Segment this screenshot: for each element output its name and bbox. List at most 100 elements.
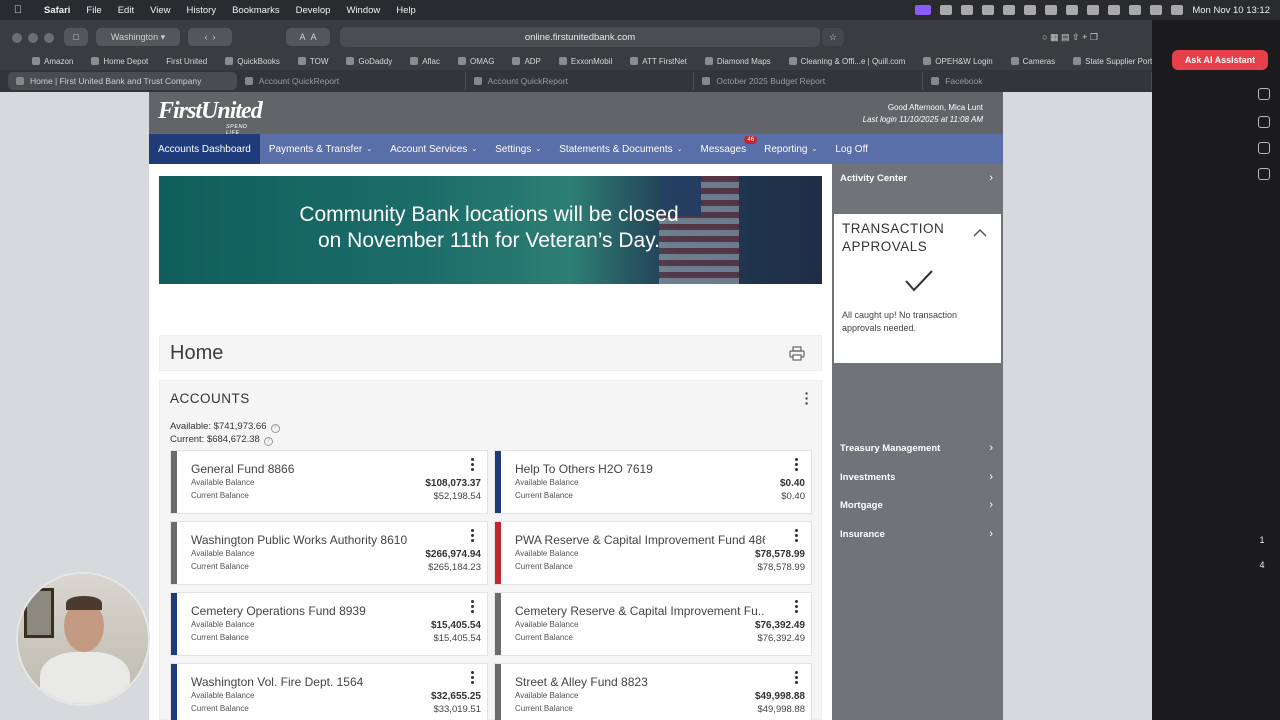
account-menu-icon[interactable] <box>795 458 799 472</box>
rail-icon[interactable] <box>1258 168 1270 180</box>
battery-icon[interactable] <box>1129 5 1142 15</box>
status-icon[interactable] <box>1087 5 1100 15</box>
account-menu-icon[interactable] <box>471 529 475 543</box>
menu-help[interactable]: Help <box>388 5 424 16</box>
nav-log-off[interactable]: Log Off <box>826 134 877 164</box>
bookmark-item[interactable]: Diamond Maps <box>704 57 771 66</box>
tab-account-quickreport[interactable]: Account QuickReport <box>466 72 695 90</box>
wifi-icon[interactable] <box>1108 5 1121 15</box>
page-number[interactable]: 4 <box>1252 560 1272 570</box>
tab-account-quickreport[interactable]: Account QuickReport <box>237 72 466 90</box>
nav-statements-documents[interactable]: Statements & Documents ⌄ <box>550 134 691 164</box>
tab-budget-report[interactable]: October 2025 Budget Report <box>694 72 924 90</box>
bookmark-item[interactable]: Amazon <box>32 57 73 66</box>
account-name[interactable]: General Fund 8866 <box>191 462 441 476</box>
account-card[interactable]: Washington Public Works Authority 8610 Av… <box>170 521 488 585</box>
tab-facebook[interactable]: Facebook <box>923 72 1152 90</box>
nav-payments-transfer[interactable]: Payments & Transfer ⌄ <box>260 134 381 164</box>
ask-ai-assistant-button[interactable]: Ask AI Assistant <box>1172 50 1268 70</box>
account-menu-icon[interactable] <box>471 458 475 472</box>
bookmark-item[interactable]: OMAG <box>457 57 494 66</box>
text-size-buttons[interactable]: A A <box>286 28 330 46</box>
account-menu-icon[interactable] <box>795 671 799 685</box>
toolbar-right-icons[interactable]: ○ ▦ ▤ ⇧ + ❐ <box>1000 28 1140 46</box>
account-name[interactable]: Cemetery Reserve & Capital Improvement F… <box>515 604 765 618</box>
bookmark-item[interactable]: ATT FirstNet <box>630 57 687 66</box>
bookmark-item[interactable]: ExxonMobil <box>558 57 612 66</box>
tab-home[interactable]: Home | First United Bank and Trust Compa… <box>8 72 237 90</box>
account-name[interactable]: Washington Public Works Authority 8610 <box>191 533 441 547</box>
help-icon[interactable]: ? <box>263 437 273 446</box>
sidebar-toggle-icon[interactable]: □ <box>64 28 88 46</box>
account-menu-icon[interactable] <box>795 529 799 543</box>
sidebar-item-insurance[interactable]: Insurance › <box>832 520 1003 548</box>
bookmark-item[interactable]: State Supplier Portal <box>1073 57 1152 66</box>
account-name[interactable]: Washington Vol. Fire Dept. 1564 <box>191 675 441 689</box>
zoom-window-icon[interactable] <box>44 33 54 43</box>
nav-account-services[interactable]: Account Services ⌄ <box>381 134 486 164</box>
account-menu-icon[interactable] <box>471 671 475 685</box>
bookmark-item[interactable]: Home Depot <box>91 57 148 66</box>
minimize-window-icon[interactable] <box>28 33 38 43</box>
nav-messages[interactable]: Messages 46 <box>692 134 758 164</box>
sidebar-item-mortgage[interactable]: Mortgage › <box>832 491 1003 519</box>
accounts-menu-icon[interactable]: · · · <box>803 386 811 410</box>
page-number[interactable]: 1 <box>1252 535 1272 545</box>
account-menu-icon[interactable] <box>795 600 799 614</box>
account-name[interactable]: Help To Others H2O 7619 <box>515 462 765 476</box>
menu-bookmarks[interactable]: Bookmarks <box>224 5 288 16</box>
status-icon[interactable] <box>982 5 995 15</box>
holiday-banner[interactable]: Community Bank locations will be closed … <box>159 176 822 284</box>
screen-record-icon[interactable] <box>915 5 932 15</box>
account-card[interactable]: Washington Vol. Fire Dept. 1564 Available… <box>170 663 488 720</box>
status-icon[interactable] <box>1024 5 1037 15</box>
nav-settings[interactable]: Settings ⌄ <box>486 134 550 164</box>
rail-icon[interactable] <box>1258 142 1270 154</box>
menu-view[interactable]: View <box>142 5 178 16</box>
bookmark-item[interactable]: QuickBooks <box>225 57 280 66</box>
back-forward-buttons[interactable]: ‹ › <box>188 28 232 46</box>
account-name[interactable]: Cemetery Operations Fund 8939 <box>191 604 441 618</box>
help-icon[interactable]: ? <box>270 424 280 433</box>
sidebar-item-investments[interactable]: Investments › <box>832 463 1003 491</box>
control-center-icon[interactable] <box>1171 5 1184 15</box>
menu-history[interactable]: History <box>179 5 225 16</box>
account-menu-icon[interactable] <box>471 600 475 614</box>
address-bar[interactable]: online.firstunitedbank.com <box>340 27 820 47</box>
close-window-icon[interactable] <box>12 33 22 43</box>
bookmark-item[interactable]: GoDaddy <box>346 57 392 66</box>
menu-edit[interactable]: Edit <box>110 5 142 16</box>
menu-file[interactable]: File <box>78 5 109 16</box>
bookmark-item[interactable]: ADP <box>512 57 541 66</box>
bookmark-item[interactable]: TOW <box>297 57 328 66</box>
account-card[interactable]: PWA Reserve & Capital Improvement Fund 4… <box>494 521 812 585</box>
bookmark-star-icon[interactable]: ☆ <box>822 28 844 46</box>
print-icon[interactable] <box>789 346 805 361</box>
rail-icon[interactable] <box>1258 88 1270 100</box>
profile-selector[interactable]: Washington ▾ <box>96 28 180 46</box>
status-icon[interactable] <box>940 5 953 15</box>
bookmark-item[interactable]: Cleaning & Offi...e | Quill.com <box>788 57 905 66</box>
menu-window[interactable]: Window <box>338 5 388 16</box>
account-card[interactable]: Help To Others H2O 7619 Available Balance… <box>494 450 812 514</box>
sidebar-item-treasury-management[interactable]: Treasury Management › <box>832 434 1003 462</box>
bookmark-item[interactable]: Cameras <box>1010 57 1055 66</box>
account-card[interactable]: Street & Alley Fund 8823 Available Balanc… <box>494 663 812 720</box>
bookmark-item[interactable]: OPEH&W Login <box>923 57 993 66</box>
sidebar-item-activity-center[interactable]: Activity Center › <box>832 164 1003 192</box>
nav-reporting[interactable]: Reporting ⌄ <box>755 134 826 164</box>
menu-app-name[interactable]: Safari <box>36 5 78 16</box>
search-icon[interactable] <box>1150 5 1163 15</box>
apple-menu-icon[interactable]:  <box>0 4 36 16</box>
account-card[interactable]: Cemetery Reserve & Capital Improvement F… <box>494 592 812 656</box>
first-united-logo[interactable]: FirstUnited SPEND LIFE WISELY <box>158 98 263 142</box>
account-card[interactable]: Cemetery Operations Fund 8939 Available B… <box>170 592 488 656</box>
bookmark-item[interactable]: First United <box>166 57 207 66</box>
account-card[interactable]: General Fund 8866 Available Balance Curren… <box>170 450 488 514</box>
chevron-up-icon[interactable] <box>973 226 987 240</box>
rail-icon[interactable] <box>1258 116 1270 128</box>
account-name[interactable]: PWA Reserve & Capital Improvement Fund 4… <box>515 533 765 547</box>
status-icon[interactable] <box>961 5 974 15</box>
bookmark-item[interactable]: Aflac <box>410 57 440 66</box>
menubar-clock[interactable]: Mon Nov 10 13:12 <box>1192 5 1270 16</box>
